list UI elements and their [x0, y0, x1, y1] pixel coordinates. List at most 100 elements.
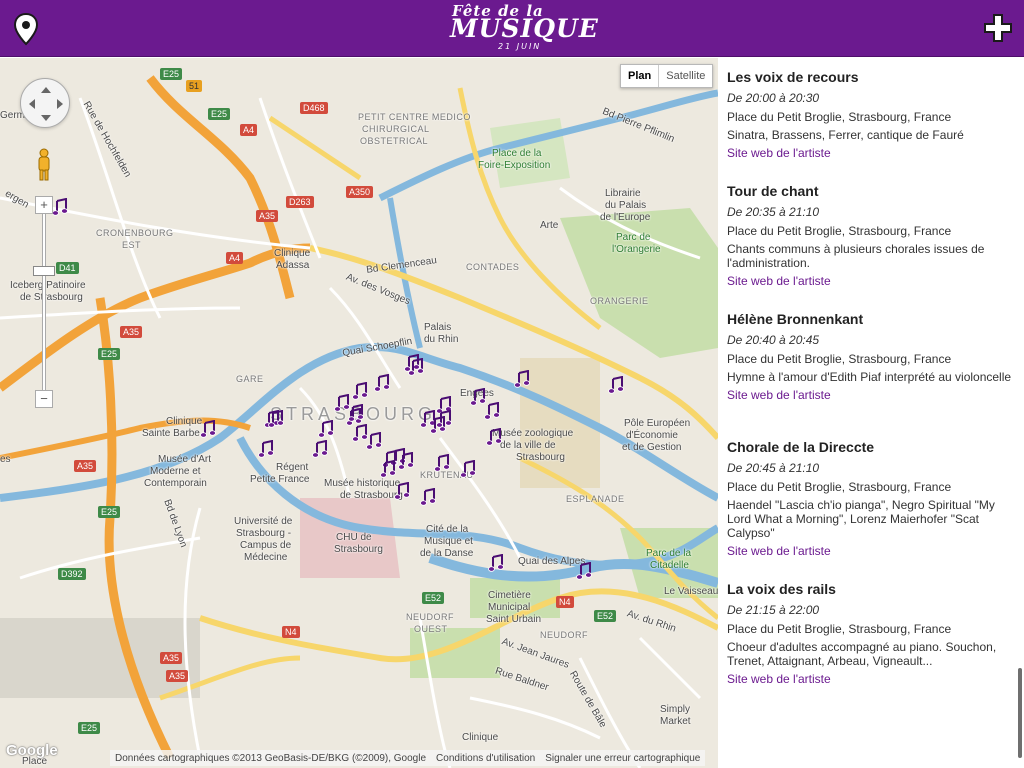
event-time: De 20:35 à 21:10 [727, 205, 820, 219]
road-shield-51: 51 [186, 80, 203, 92]
location-pin-icon[interactable] [12, 12, 40, 46]
music-note-marker-icon[interactable] [484, 401, 500, 420]
map-label-obstetrical: OBSTETRICAL [360, 136, 429, 146]
music-note-marker-icon[interactable] [576, 561, 592, 580]
music-note-marker-icon[interactable] [486, 427, 502, 446]
artist-website-link[interactable]: Site web de l'artiste [727, 543, 1017, 559]
sidebar-scrollbar[interactable] [1018, 668, 1022, 758]
music-note-marker-icon[interactable] [608, 375, 624, 394]
zoom-in-button[interactable]: + [35, 196, 53, 214]
music-note-marker-icon[interactable] [434, 453, 450, 472]
map-label-cite-musique: Cité de la [426, 524, 469, 535]
map-label-moderne: Moderne et [150, 466, 201, 477]
add-plus-icon[interactable] [982, 12, 1014, 44]
map-label-musee-historique: Musée historique [324, 478, 401, 489]
map-type-plan-button[interactable]: Plan [621, 65, 660, 87]
music-note-marker-icon[interactable] [318, 419, 334, 438]
music-note-marker-icon[interactable] [436, 409, 452, 428]
map-label-clinique-bottom: Clinique [462, 732, 499, 743]
map-label-clinique-adassa: Clinique [274, 248, 311, 259]
music-note-marker-icon[interactable] [374, 373, 390, 392]
event-card: Tour de chant De 20:35 à 21:10 Place du … [727, 182, 1017, 289]
road-shield-a35-4: A35 [160, 652, 183, 664]
map-label-et-gestion: et de Gestion [622, 442, 682, 453]
map-label-palais-rhin: Palais [424, 322, 452, 333]
map-label-strasbourg-chu: Strasbourg [334, 544, 383, 555]
map-label-est: EST [122, 240, 142, 250]
map-view[interactable]: STRASBOURG PETIT CENTRE MEDICO CHIRURGIC… [0, 58, 718, 768]
music-note-marker-icon[interactable] [258, 439, 274, 458]
map-label-medecine: Médecine [244, 552, 288, 563]
event-time: De 20:00 à 20:30 [727, 91, 820, 105]
event-description: Choeur d'adultes accompagné au piano. So… [727, 640, 997, 668]
road-shield-e52: E52 [422, 592, 445, 604]
map-label-petite-france: Petite France [250, 474, 310, 485]
map-label-economie: d'Économie [626, 430, 678, 441]
music-note-marker-icon[interactable] [470, 387, 486, 406]
music-note-marker-icon[interactable] [52, 197, 68, 216]
music-note-marker-icon[interactable] [352, 381, 368, 400]
map-label-contades: CONTADES [466, 262, 520, 272]
zoom-out-button[interactable]: − [35, 390, 53, 408]
map-label-strasbourg-zoo: Strasbourg [516, 452, 565, 463]
music-note-marker-icon[interactable] [348, 403, 364, 422]
map-label-iceberg: Iceberg Patinoire [10, 280, 86, 291]
event-card: Chorale de la Direccte De 20:45 à 21:10 … [727, 438, 1017, 559]
road-shield-d263: D263 [286, 196, 314, 208]
music-note-marker-icon[interactable] [312, 439, 328, 458]
zoom-slider-track[interactable] [42, 208, 46, 398]
map-label-neudorf: NEUDORF [540, 630, 588, 640]
events-sidebar[interactable]: Les voix de recours De 20:00 à 20:30 Pla… [718, 58, 1024, 768]
music-note-marker-icon[interactable] [380, 459, 396, 478]
music-note-marker-icon[interactable] [460, 459, 476, 478]
road-shield-n4: N4 [556, 596, 574, 608]
road-shield-d468: D468 [300, 102, 328, 114]
event-description: Haendel "Lascia ch'io pianga", Negro Spi… [727, 498, 995, 540]
music-note-marker-icon[interactable] [366, 431, 382, 450]
artist-website-link[interactable]: Site web de l'artiste [727, 273, 1017, 289]
artist-website-link[interactable]: Site web de l'artiste [727, 387, 1017, 403]
music-note-marker-icon[interactable] [394, 481, 410, 500]
artist-website-link[interactable]: Site web de l'artiste [727, 145, 1017, 161]
music-note-marker-icon[interactable] [420, 487, 436, 506]
event-description: Hymne à l'amour d'Edith Piaf interprété … [727, 370, 1012, 384]
music-note-marker-icon[interactable] [488, 553, 504, 572]
map-label-de-la-danse: de la Danse [420, 548, 474, 559]
event-title: Chorale de la Direccte [727, 439, 875, 455]
event-place: Place du Petit Broglie, Strasbourg, Fran… [727, 110, 952, 124]
map-label-neudorf-ouest: NEUDORF [406, 612, 454, 622]
music-note-marker-icon[interactable] [514, 369, 530, 388]
road-shield-n4-2: N4 [282, 626, 300, 638]
event-place: Place du Petit Broglie, Strasbourg, Fran… [727, 352, 952, 366]
event-time: De 20:45 à 21:10 [727, 461, 820, 475]
event-time: De 21:15 à 22:00 [727, 603, 820, 617]
street-view-pegman-icon[interactable] [35, 148, 53, 182]
event-card: Hélène Bronnenkant De 20:40 à 20:45 Plac… [727, 310, 1017, 403]
map-label-orangerie: l'Orangerie [612, 244, 661, 255]
road-shield-d41: D41 [56, 262, 79, 274]
road-shield-d392: D392 [58, 568, 86, 580]
map-label-strasbourg-u: Strasbourg - [236, 528, 292, 539]
map-label-de-la-ville: de la ville de [500, 440, 556, 451]
map-report-error-link[interactable]: Signaler une erreur cartographique [540, 753, 705, 764]
music-note-marker-icon[interactable] [408, 357, 424, 376]
map-attribution: Données cartographiques ©2013 GeoBasis-D… [115, 752, 427, 764]
event-place: Place du Petit Broglie, Strasbourg, Fran… [727, 480, 952, 494]
artist-website-link[interactable]: Site web de l'artiste [727, 671, 1017, 687]
event-card: La voix des rails De 21:15 à 22:00 Place… [727, 580, 1017, 687]
music-note-marker-icon[interactable] [200, 419, 216, 438]
zoom-slider-knob[interactable] [33, 266, 55, 276]
map-label-le-vaisseau: Le Vaisseau [664, 586, 718, 597]
map-type-satellite-button[interactable]: Satellite [659, 65, 712, 87]
pan-control[interactable] [20, 78, 70, 128]
map-label-de-europe: de l'Europe [600, 212, 651, 223]
map-label-gare: GARE [236, 374, 264, 384]
map-terms-link[interactable]: Conditions d'utilisation [431, 753, 540, 764]
map-label-librairie: Librairie [605, 188, 641, 199]
music-note-marker-icon[interactable] [268, 409, 284, 428]
road-shield-e52-2: E52 [594, 610, 617, 622]
map-label-municipal: Municipal [488, 602, 531, 613]
map-label-musee-art: Musée d'Art [158, 454, 212, 465]
music-note-marker-icon[interactable] [398, 451, 414, 470]
map-label-chirurgical: CHIRURGICAL [362, 124, 430, 134]
